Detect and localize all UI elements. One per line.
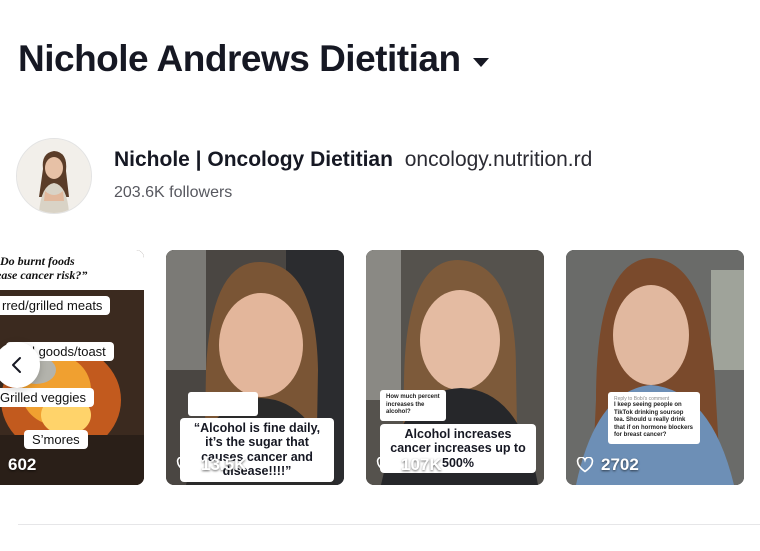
reply-bubble: How much percent increases the alcohol? xyxy=(380,390,446,421)
reply-bubble xyxy=(188,392,258,416)
profile-name[interactable]: Nichole | Oncology Dietitian xyxy=(114,148,393,171)
divider xyxy=(18,524,760,525)
caret-down-icon[interactable] xyxy=(472,57,489,67)
follower-count: 203.6K followers xyxy=(114,184,233,201)
view-count: 13.5K xyxy=(176,455,246,475)
page-title: Nichole Andrews Dietitian xyxy=(18,38,461,79)
profile-handle[interactable]: oncology.nutrition.rd xyxy=(405,148,593,171)
account-switcher[interactable]: Nichole Andrews Dietitian xyxy=(18,38,489,80)
video-headline: Do burnt foods ease cancer risk?” xyxy=(0,254,88,283)
video-card[interactable]: Reply to Bobi's comment I keep seeing pe… xyxy=(566,250,744,485)
view-count: 107K xyxy=(376,455,442,475)
chevron-left-icon xyxy=(12,357,21,373)
heart-outline-icon xyxy=(576,457,594,473)
profile-header: Nichole | Oncology Dietitian oncology.nu… xyxy=(16,138,592,214)
video-chip: rred/grilled meats xyxy=(0,296,111,315)
video-card[interactable]: How much percent increases the alcohol? … xyxy=(366,250,544,485)
reply-bubble: Reply to Bobi's comment I keep seeing pe… xyxy=(608,392,700,444)
avatar[interactable] xyxy=(16,138,92,214)
view-count: 2702 xyxy=(576,455,639,475)
heart-outline-icon xyxy=(176,457,194,473)
video-carousel: Do burnt foods ease cancer risk?” rred/g… xyxy=(0,250,760,486)
video-chip: S’mores xyxy=(24,430,88,449)
video-card[interactable]: “Alcohol is fine daily, it’s the sugar t… xyxy=(166,250,344,485)
video-chip: Grilled veggies xyxy=(0,388,94,407)
heart-outline-icon xyxy=(376,457,394,473)
view-count: 602 xyxy=(8,455,37,474)
